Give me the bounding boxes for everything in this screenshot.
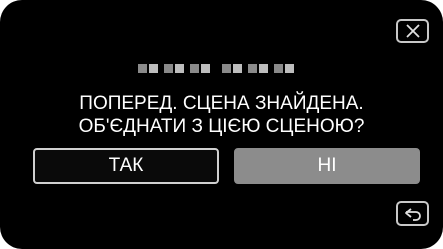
back-button[interactable] [396, 201, 429, 226]
dialog-screen: ПОПЕРЕД. СЦЕНА ЗНАЙДЕНА. ОБ'ЄДНАТИ З ЦІЄ… [0, 0, 443, 249]
close-button[interactable] [396, 19, 429, 43]
message-line-1: ПОПЕРЕД. СЦЕНА ЗНАЙДЕНА. [79, 93, 364, 114]
message-line-2: ОБ'ЄДНАТИ З ЦІЄЮ СЦЕНОЮ? [78, 116, 365, 137]
no-button[interactable]: НІ [234, 148, 420, 184]
back-arrow-icon [404, 207, 421, 221]
yes-button[interactable]: ТАК [33, 148, 219, 184]
scene-timestamp-placeholder [138, 64, 294, 73]
dialog-message: ПОПЕРЕД. СЦЕНА ЗНАЙДЕНА. ОБ'ЄДНАТИ З ЦІЄ… [0, 92, 443, 138]
close-icon [405, 24, 420, 38]
